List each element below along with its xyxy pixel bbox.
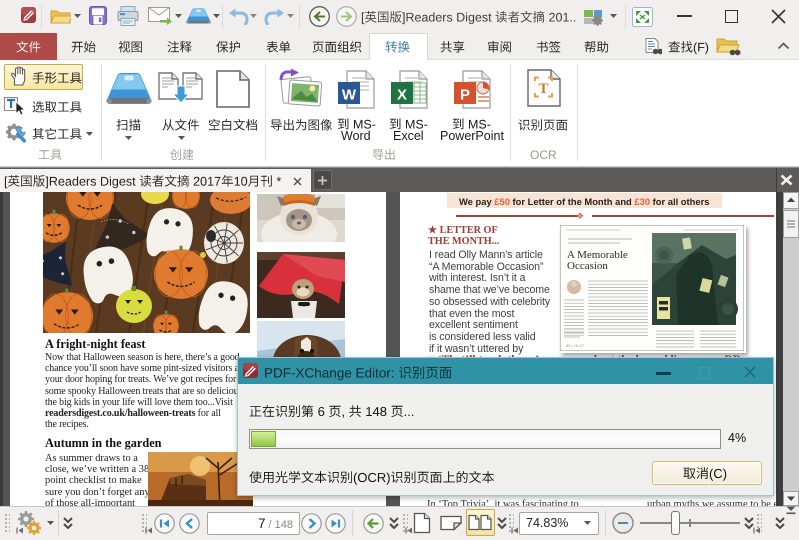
svg-text:X: X (397, 87, 407, 104)
svg-text:T: T (538, 81, 548, 97)
svg-text:Occasion: Occasion (567, 260, 608, 272)
svg-text:86 | 10-17: 86 | 10-17 (566, 343, 585, 348)
svg-text:W: W (342, 87, 357, 104)
svg-text:P: P (460, 87, 470, 104)
